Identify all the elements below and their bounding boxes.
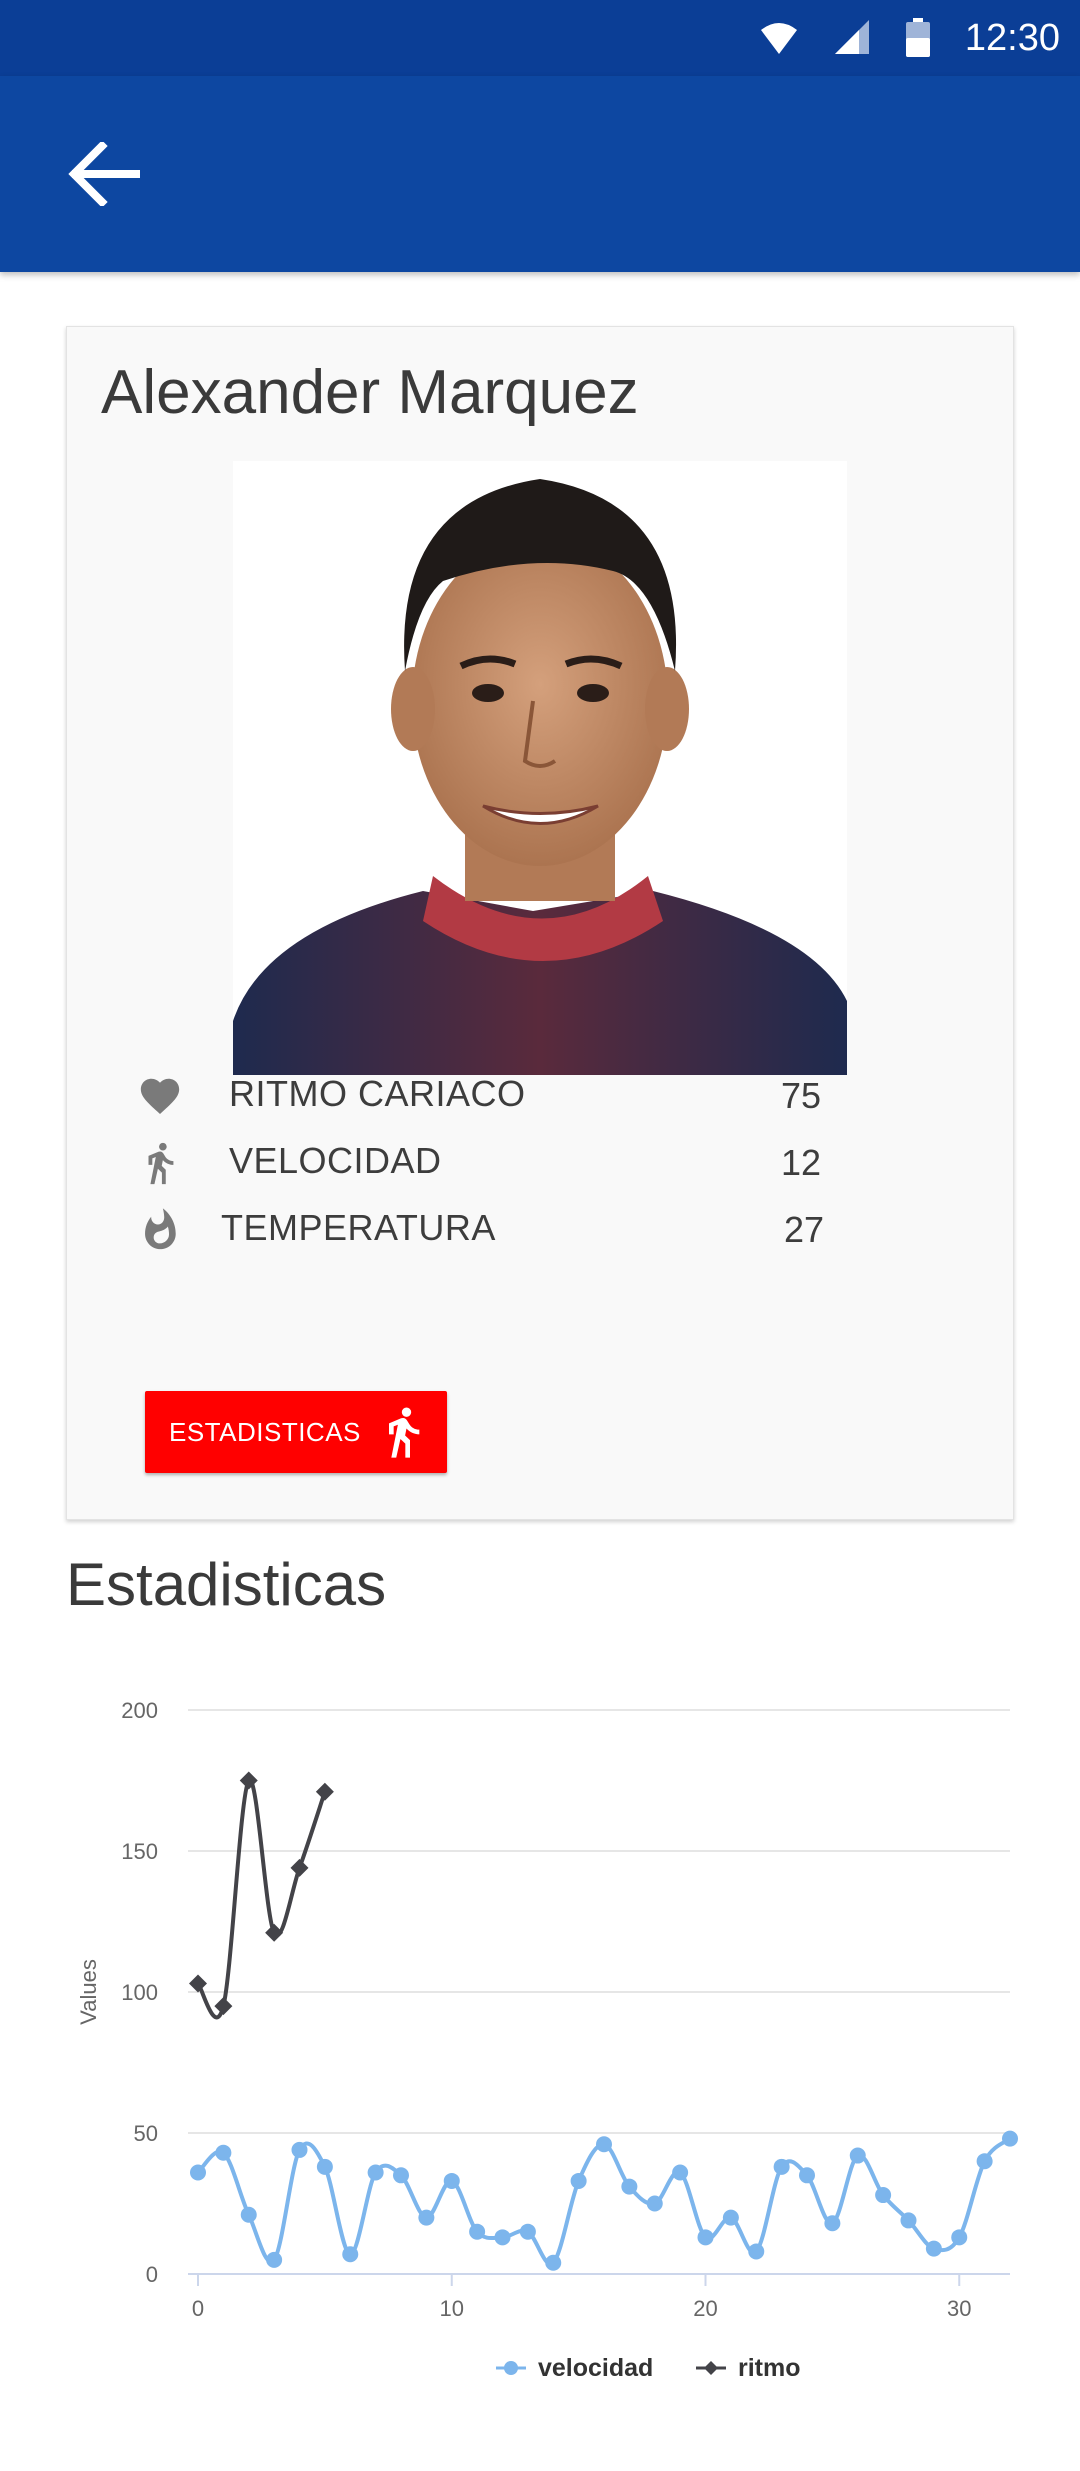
legend-label: velocidad [538, 2353, 654, 2382]
data-point-ritmo [265, 1923, 284, 1942]
flame-icon [145, 1208, 176, 1250]
series-line-velocidad [196, 2137, 1012, 2266]
stat-label: RITMO CARIACO [229, 1073, 526, 1114]
heart-icon [140, 1078, 180, 1115]
data-point-ritmo [214, 1997, 233, 2016]
x-tick-label: 10 [440, 2296, 464, 2321]
stat-value: 27 [784, 1209, 825, 1250]
x-tick-label: 0 [192, 2296, 204, 2321]
data-point-velocidad [951, 2229, 968, 2246]
data-point-velocidad [621, 2178, 638, 2195]
data-point-velocidad [697, 2229, 714, 2246]
data-point-ritmo [315, 1782, 334, 1801]
y-tick-label: 50 [134, 2121, 158, 2146]
legend-item-ritmo[interactable]: ritmo [696, 2346, 801, 2390]
data-point-velocidad [1002, 2130, 1018, 2147]
stat-label: VELOCIDAD [229, 1140, 442, 1181]
x-tick-label: 20 [693, 2296, 717, 2321]
run-icon [389, 1407, 420, 1458]
player-card: Alexander Marquez RITMO CARIACO 75 VELOC… [66, 326, 1014, 1520]
stat-label: TEMPERATURA [221, 1207, 496, 1248]
stat-row-temperatura: TEMPERATURA 27 [67, 1199, 1013, 1259]
legend-item-velocidad[interactable]: velocidad [496, 2346, 653, 2390]
data-point-velocidad [900, 2212, 917, 2229]
player-photo [233, 461, 847, 1075]
stat-value: 12 [781, 1142, 822, 1183]
data-point-velocidad [799, 2167, 815, 2184]
data-point-velocidad [519, 2223, 536, 2240]
data-point-velocidad [393, 2167, 409, 2184]
data-point-velocidad [773, 2158, 790, 2175]
y-tick-label: 0 [146, 2262, 158, 2287]
battery-icon [905, 18, 930, 57]
data-point-velocidad [266, 2251, 283, 2268]
data-point-velocidad [316, 2158, 333, 2175]
legend-velocidad-marker [496, 2361, 526, 2375]
data-point-velocidad [469, 2223, 486, 2240]
data-point-velocidad [443, 2172, 460, 2189]
run-icon [148, 1142, 174, 1185]
stat-row-ritmo: RITMO CARIACO 75 [67, 1065, 1013, 1125]
y-tick-label: 100 [121, 1980, 158, 2005]
data-point-velocidad [190, 2164, 206, 2181]
chart-legend: velocidad ritmo [0, 2346, 1080, 2396]
y-tick-label: 200 [121, 1698, 158, 1723]
data-point-velocidad [494, 2229, 511, 2246]
data-point-velocidad [646, 2195, 663, 2212]
data-point-velocidad [215, 2144, 232, 2161]
data-point-velocidad [240, 2206, 257, 2223]
data-point-velocidad [824, 2215, 841, 2232]
data-point-velocidad [545, 2254, 562, 2271]
data-point-ritmo [290, 1858, 309, 1877]
data-point-velocidad [976, 2153, 993, 2170]
data-point-velocidad [722, 2209, 739, 2226]
data-point-velocidad [570, 2172, 587, 2189]
section-title: Estadisticas [66, 1551, 387, 1618]
player-name: Alexander Marquez [101, 358, 639, 427]
data-point-velocidad [925, 2240, 942, 2257]
status-icons: 12:30 [759, 0, 1060, 76]
y-axis-label: Values [76, 1959, 101, 2025]
estadisticas-button[interactable]: ESTADISTICAS [145, 1391, 447, 1473]
cell-signal-icon [834, 20, 869, 54]
data-point-velocidad [342, 2246, 359, 2263]
stat-row-velocidad: VELOCIDAD 12 [67, 1132, 1013, 1192]
wifi-icon [760, 23, 797, 54]
estadisticas-button-label: ESTADISTICAS [169, 1417, 361, 1447]
status-bar: 12:30 [0, 0, 1080, 76]
status-time: 12:30 [964, 16, 1060, 59]
data-point-velocidad [748, 2243, 765, 2260]
arrow-back-icon [68, 142, 140, 206]
data-point-velocidad [849, 2147, 866, 2164]
data-point-ritmo [189, 1974, 207, 1993]
data-point-velocidad [367, 2164, 384, 2181]
stats-chart: 0 50 100 150 200 0 10 20 30 Values [0, 1660, 1080, 2420]
back-button[interactable] [56, 126, 152, 222]
legend-label: ritmo [738, 2353, 801, 2382]
data-point-velocidad [875, 2187, 892, 2204]
app-bar [0, 76, 1080, 272]
x-tick-label: 30 [947, 2296, 971, 2321]
line-chart: 0 50 100 150 200 0 10 20 30 Values [76, 1698, 1018, 2321]
data-point-velocidad [672, 2164, 689, 2181]
legend-ritmo-marker [696, 2361, 726, 2375]
stat-value: 75 [781, 1075, 822, 1116]
y-tick-label: 150 [121, 1839, 158, 1864]
data-point-velocidad [291, 2141, 308, 2158]
series-line-ritmo [196, 1778, 327, 2020]
data-point-velocidad [418, 2209, 435, 2226]
data-point-velocidad [596, 2136, 612, 2153]
